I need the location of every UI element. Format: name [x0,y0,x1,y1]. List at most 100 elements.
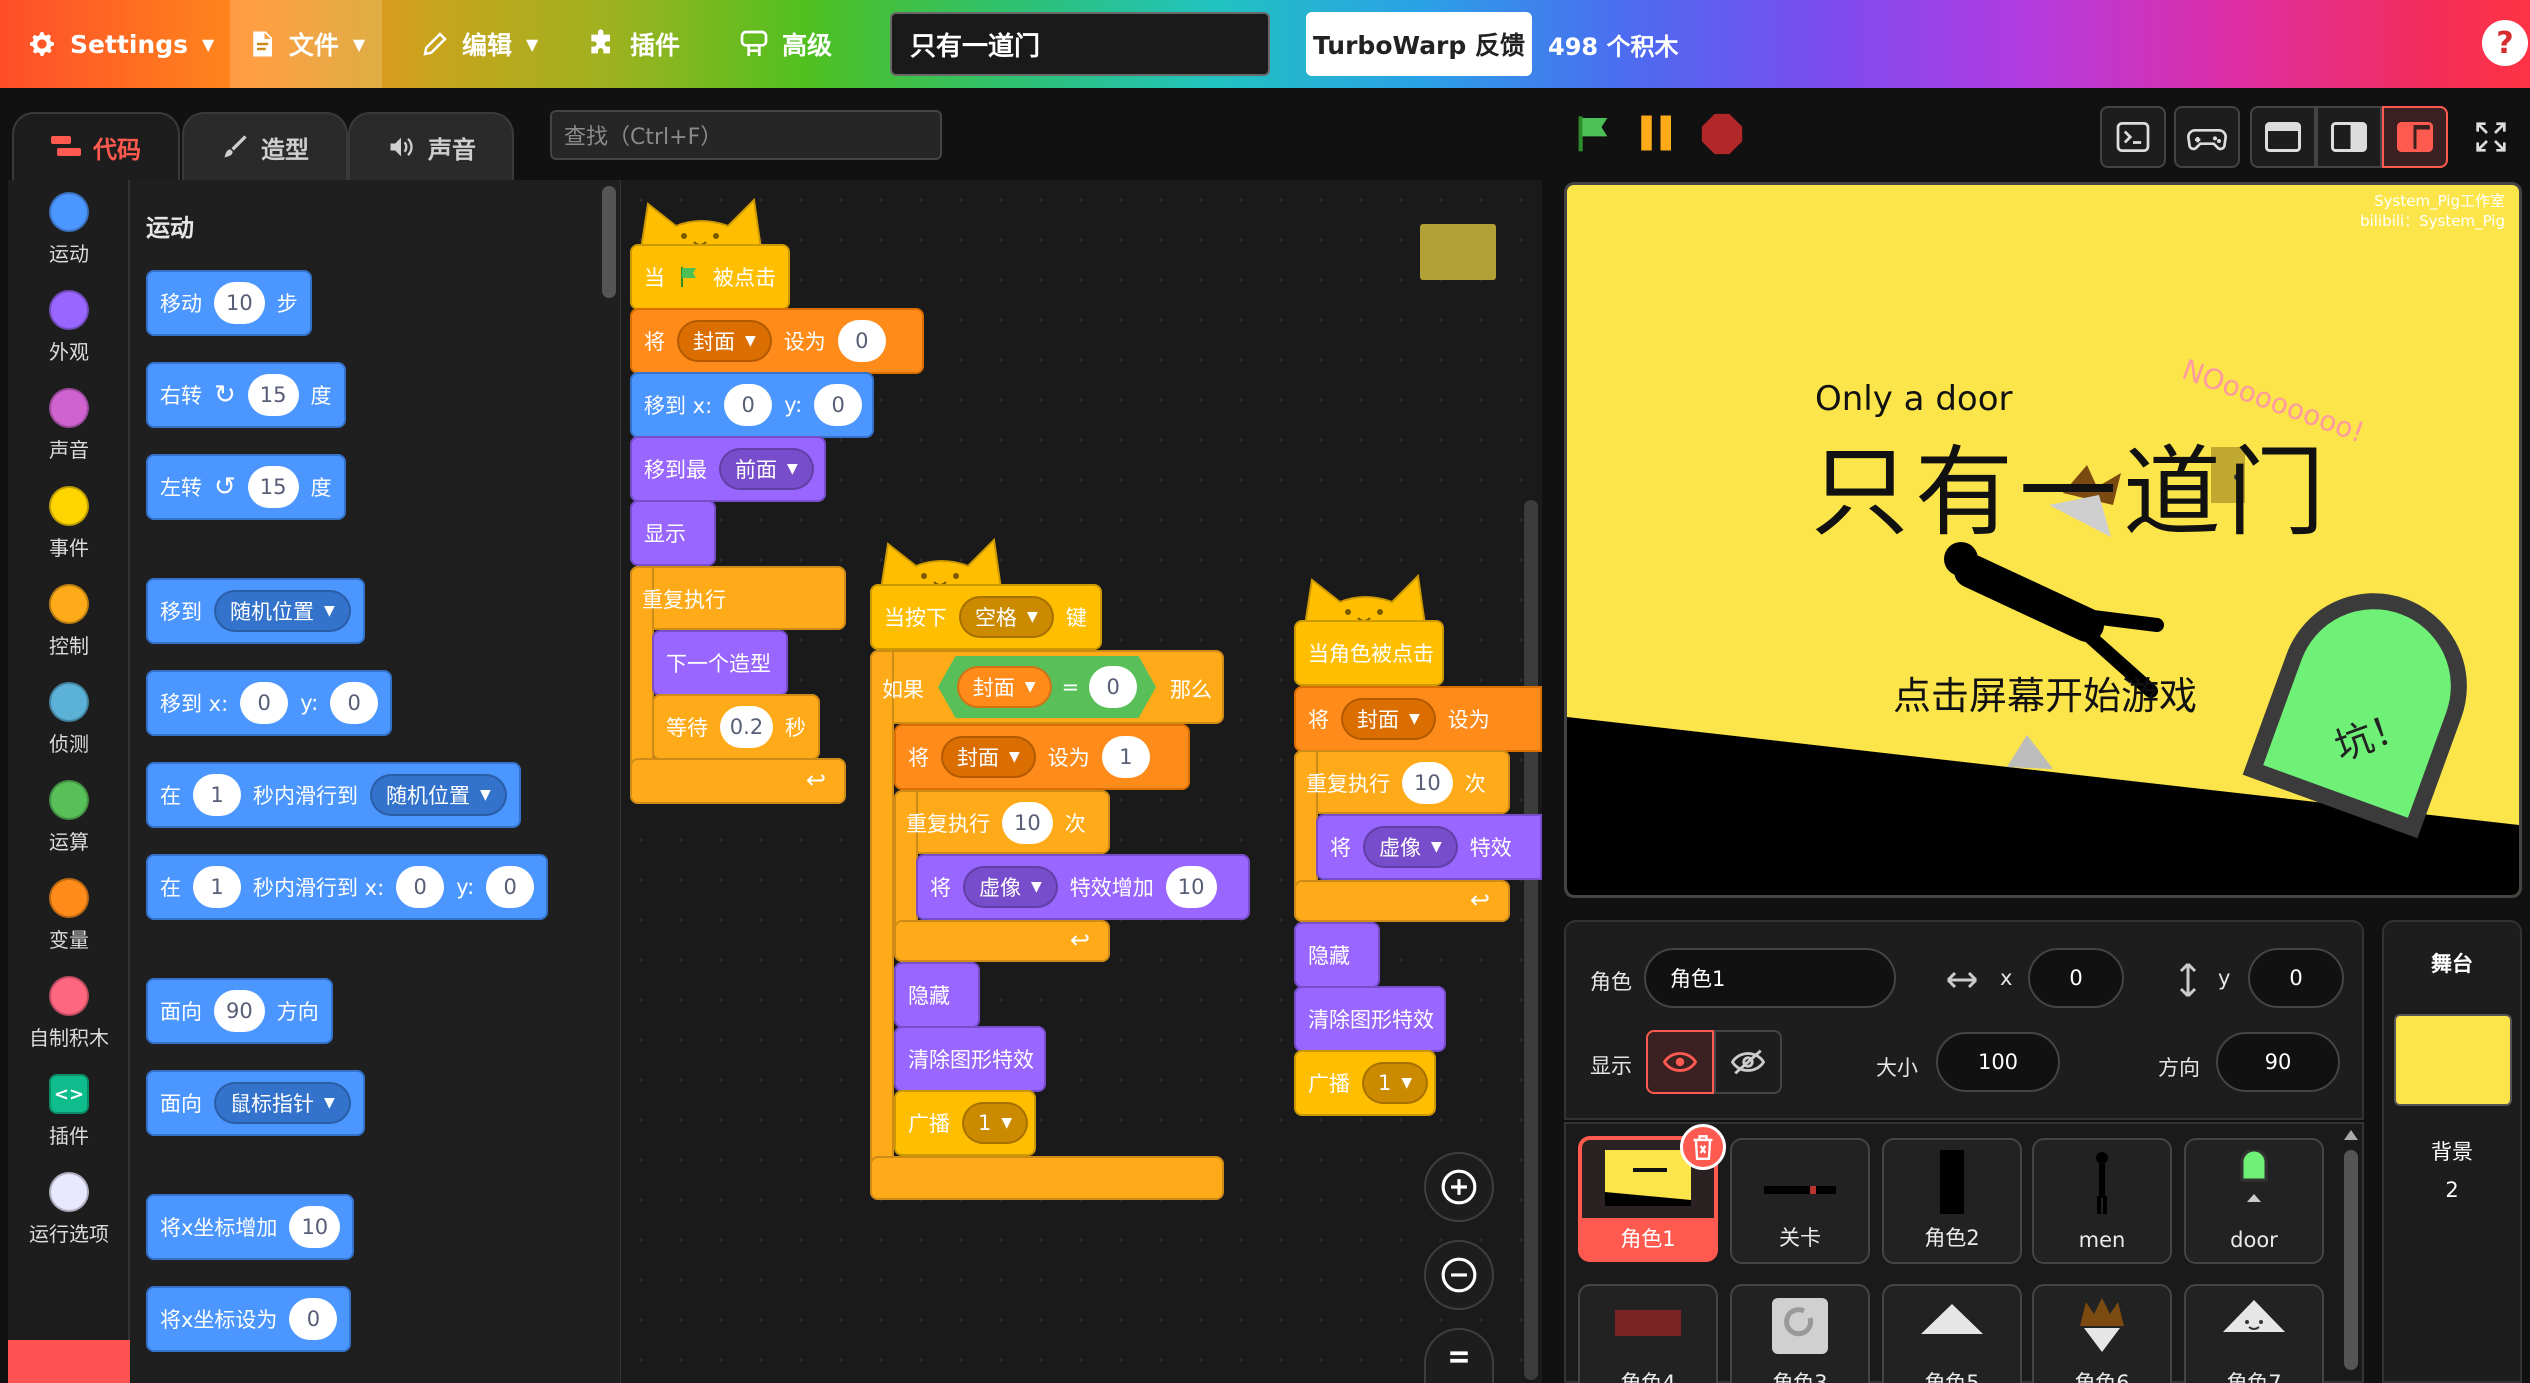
stop-icon[interactable] [1700,112,1744,156]
fullscreen-button[interactable] [2458,106,2524,168]
goto-xy-block[interactable]: 移到 x: 0 y: 0 [630,372,874,438]
hide-block[interactable]: 隐藏 [894,962,980,1028]
value-input[interactable]: 0 [837,320,886,362]
x-input[interactable]: 0 [2028,948,2124,1008]
number-input[interactable]: 0 [724,384,773,426]
glide-xy-block[interactable]: 在 1 秒内滑行到 x: 0 y: 0 [146,854,549,920]
clear-effects-block[interactable]: 清除图形特效 [894,1026,1046,1092]
sprite-tile-2[interactable]: 关卡 [1730,1138,1870,1264]
number-input[interactable]: 0 [814,384,863,426]
dropdown-menu[interactable]: 随机位置 [214,590,351,632]
effect-dropdown[interactable]: 虚像 [963,866,1058,908]
point-direction-block[interactable]: 面向 90 方向 [146,978,333,1044]
sprite-name-input[interactable]: 角色1 [1644,948,1896,1008]
next-costume-block[interactable]: 下一个造型 [652,630,788,696]
message-dropdown[interactable]: 1 [962,1102,1029,1144]
category-operators[interactable]: 运算 [8,780,130,876]
large-stage-button[interactable] [2382,106,2448,168]
pause-icon[interactable] [1636,112,1678,154]
addons-menu[interactable]: 插件 [586,0,680,88]
zoom-out-button[interactable] [1424,1240,1494,1310]
set-variable-block[interactable]: 将 封面 设为 1 [894,724,1190,790]
dropdown-menu[interactable]: 前面 [719,448,814,490]
sprite-tile-3[interactable]: 角色2 [1882,1138,2022,1264]
category-variables[interactable]: 变量 [8,878,130,974]
direction-input[interactable]: 90 [2216,1032,2340,1092]
add-extension-button[interactable] [8,1340,130,1383]
when-flag-clicked-hat[interactable]: 当 被点击 [630,244,790,310]
advanced-menu[interactable]: 高级 [738,0,832,88]
turn-right-block[interactable]: 右转 ↻ 15 度 [146,362,346,428]
sprite-list-scrollbar[interactable] [2344,1130,2358,1376]
show-sprite-button[interactable] [1646,1030,1714,1094]
sprite-tile-5[interactable]: door [2184,1138,2324,1264]
category-my-blocks[interactable]: 自制积木 [8,976,130,1072]
file-menu[interactable]: 文件 ▼ [230,0,382,88]
sprite-tile-10[interactable]: 角色7 [2184,1284,2324,1383]
move-steps-block[interactable]: 移动 10 步 [146,270,312,336]
broadcast-block[interactable]: 广播 1 [1294,1050,1436,1116]
change-effect-block[interactable]: 将 虚像 特效 [1316,814,1542,880]
feedback-button[interactable]: TurboWarp 反馈 [1306,12,1532,76]
value-input[interactable]: 0 [1089,666,1138,708]
category-events[interactable]: 事件 [8,486,130,582]
number-input[interactable]: 15 [247,374,299,416]
size-input[interactable]: 100 [1936,1032,2060,1092]
block-search-input[interactable]: 查找（Ctrl+F） [550,110,942,160]
number-input[interactable]: 0 [330,682,379,724]
variable-dropdown[interactable]: 封面 [941,736,1036,778]
category-sensing[interactable]: 侦测 [8,682,130,778]
set-variable-block[interactable]: 将 封面 设为 [1294,686,1542,752]
help-button[interactable]: ? [2482,20,2528,66]
number-input[interactable]: 0 [396,866,445,908]
edit-menu[interactable]: 编辑 ▼ [420,0,538,88]
delete-sprite-button[interactable] [1680,1124,1726,1170]
dropdown-menu[interactable]: 随机位置 [370,774,507,816]
green-flag-icon[interactable] [1574,112,1614,154]
category-motion[interactable]: 运动 [8,192,130,288]
category-extensions[interactable]: <> 插件 [8,1074,130,1170]
sprite-tile-6[interactable]: 角色4 [1578,1284,1718,1383]
number-input[interactable]: 0 [240,682,289,724]
message-dropdown[interactable]: 1 [1362,1062,1429,1104]
number-input[interactable]: 0 [289,1298,338,1340]
number-input[interactable]: 0.2 [720,706,773,748]
clear-effects-block[interactable]: 清除图形特效 [1294,986,1446,1052]
category-sound[interactable]: 声音 [8,388,130,484]
key-dropdown[interactable]: 空格 [959,596,1054,638]
stage-canvas[interactable]: System_Pig工作室 bilibili：System_Pig Only a… [1564,182,2522,898]
sprite-tile-9[interactable]: 角色6 [2032,1284,2172,1383]
tab-code[interactable]: 代码 [12,112,180,180]
hide-block[interactable]: 隐藏 [1294,922,1380,988]
category-looks[interactable]: 外观 [8,290,130,386]
broadcast-block[interactable]: 广播 1 [894,1090,1036,1156]
set-x-block[interactable]: 将x坐标设为 0 [146,1286,352,1352]
effect-dropdown[interactable]: 虚像 [1363,826,1458,868]
equals-operator-block[interactable]: 封面 = 0 [938,656,1156,718]
stage-target-panel[interactable]: 舞台 背景 2 [2382,920,2522,1383]
normal-stage-button[interactable] [2316,106,2382,168]
sprite-tile-4[interactable]: men [2032,1138,2172,1264]
scroll-thumb[interactable] [2344,1150,2358,1370]
tab-costumes[interactable]: 造型 [182,112,348,180]
hide-sprite-button[interactable] [1714,1030,1782,1094]
small-stage-button[interactable] [2250,106,2316,168]
number-input[interactable]: 10 [1002,802,1053,844]
sprite-tile-8[interactable]: 角色5 [1882,1284,2022,1383]
gamepad-button[interactable] [2174,106,2240,168]
dropdown-menu[interactable]: 鼠标指针 [214,1082,351,1124]
number-input[interactable]: 0 [486,866,535,908]
set-variable-block[interactable]: 将 封面 设为 0 [630,308,924,374]
sprite-tile-7[interactable]: 角色3 [1730,1284,1870,1383]
workspace-scrollbar[interactable] [1524,500,1538,1380]
change-x-block[interactable]: 将x坐标增加 10 [146,1194,355,1260]
goto-block[interactable]: 移到 随机位置 [146,578,365,644]
number-input[interactable]: 10 [289,1206,341,1248]
wait-block[interactable]: 等待 0.2 秒 [652,694,820,760]
number-input[interactable]: 10 [1402,762,1453,804]
palette-scrollbar[interactable] [602,186,616,298]
goto-xy-block[interactable]: 移到 x: 0 y: 0 [146,670,393,736]
tab-sounds[interactable]: 声音 [348,112,514,180]
y-input[interactable]: 0 [2248,948,2344,1008]
number-input[interactable]: 10 [214,282,265,324]
